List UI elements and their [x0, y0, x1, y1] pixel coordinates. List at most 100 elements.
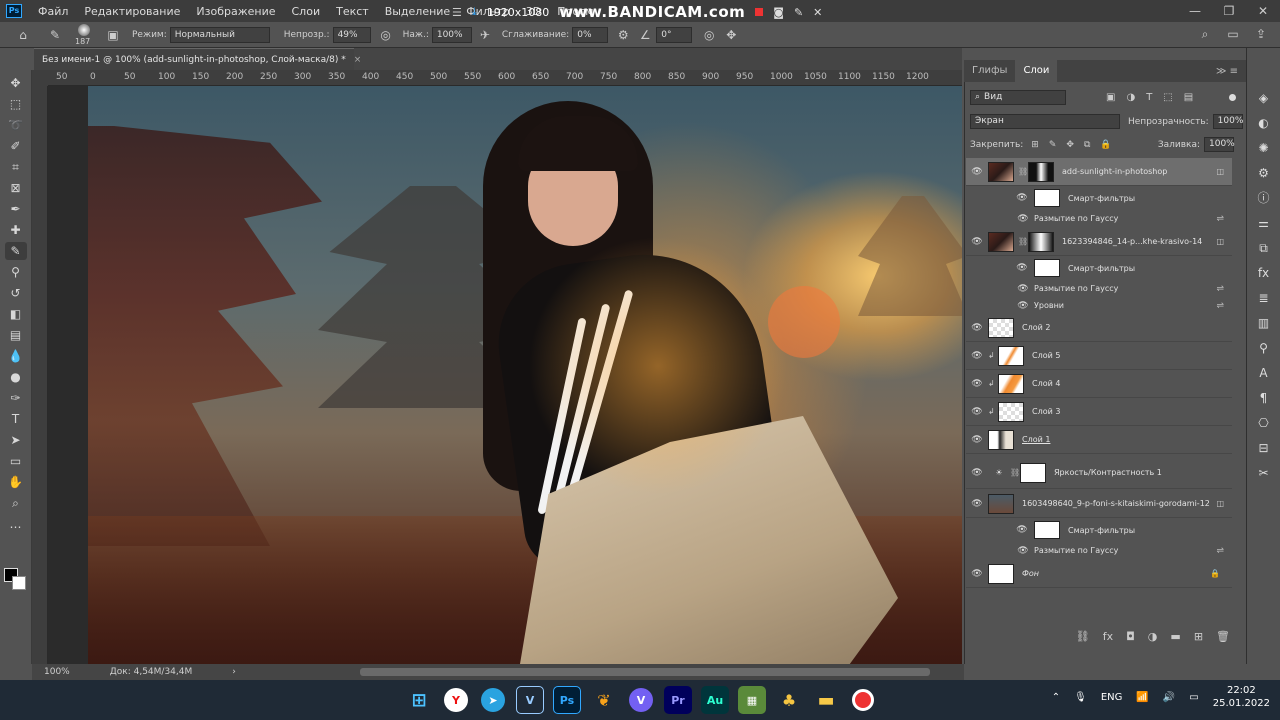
bandicam-record-icon[interactable] [852, 689, 874, 711]
layer-mask-thumbnail[interactable] [1028, 231, 1054, 252]
layer-row[interactable]: 👁 ⛓ add-sunlight-in-photoshop ◫ [966, 158, 1232, 186]
layer-row[interactable]: 👁 ↲ Слой 4 [966, 370, 1232, 398]
mode-select[interactable]: Нормальный [169, 26, 270, 43]
visibility-eye-icon[interactable]: 👁 [1016, 214, 1030, 224]
game-icon[interactable]: ♣ [775, 686, 803, 714]
premiere-pro-icon[interactable]: Pr [664, 686, 692, 714]
menu-lines-icon[interactable]: ☰ [452, 6, 462, 19]
canvas-image[interactable] [88, 86, 962, 664]
close-tab-icon[interactable]: × [354, 55, 362, 65]
tab-layers[interactable]: Слои [1015, 60, 1058, 82]
filter-options-icon[interactable]: ⇌ [1216, 546, 1224, 556]
pen-tool-icon[interactable]: ✑ [5, 389, 27, 407]
pin-icon[interactable]: ⤓ [472, 5, 477, 19]
layer-name[interactable]: Слой 5 [1032, 351, 1060, 360]
tool-presets-icon[interactable]: ✂ [1255, 465, 1273, 481]
clock[interactable]: 22:02 25.01.2022 [1213, 684, 1270, 710]
visibility-eye-icon[interactable]: 👁 [1014, 525, 1030, 535]
color-panel-icon[interactable]: ◐ [1255, 115, 1273, 131]
filter-type-icon[interactable]: T [1146, 92, 1152, 103]
brush-tool-icon[interactable]: ✎ [46, 28, 64, 42]
minimize-button[interactable]: — [1178, 0, 1212, 22]
actions-panel-icon[interactable]: ▥ [1255, 315, 1273, 331]
layer-mask-thumbnail[interactable] [1028, 161, 1054, 182]
clone-panel-icon[interactable]: ⚲ [1255, 340, 1273, 356]
horizontal-ruler[interactable]: 50 0 50 100 150 200 250 300 350 400 450 500 550 600 65… [48, 70, 962, 86]
menu-layers[interactable]: Слои [284, 5, 329, 18]
zoom-tool-icon[interactable]: ⌕ [5, 494, 27, 512]
visibility-eye-icon[interactable]: 👁 [1016, 284, 1030, 294]
pressure-opacity-icon[interactable]: ◎ [377, 28, 395, 42]
windows-start-icon[interactable]: ⊞ [405, 686, 433, 714]
history-brush-icon[interactable]: ↺ [5, 284, 27, 302]
healing-tool-icon[interactable]: ✚ [5, 221, 27, 239]
visibility-eye-icon[interactable]: 👁 [1016, 301, 1030, 311]
color-swatches[interactable] [4, 568, 30, 596]
visibility-eye-icon[interactable]: 👁 [966, 468, 988, 478]
search-icon[interactable]: ⌕ [1196, 27, 1214, 42]
history-panel-icon[interactable]: ≣ [1255, 290, 1273, 306]
adjustment-layer-icon[interactable]: ◑ [1148, 630, 1158, 643]
airbrush-icon[interactable]: ✈ [476, 28, 494, 42]
document-info[interactable]: Док: 4,54M/34,4M [110, 667, 193, 677]
filter-row[interactable]: 👁 Размытие по Гауссу ⇌ [966, 210, 1232, 227]
canvas-area[interactable] [48, 86, 962, 664]
layer-name[interactable]: 1623394846_14-p...khe-krasivo-14 [1062, 237, 1202, 246]
frame-tool-icon[interactable]: ⊠ [5, 179, 27, 197]
more-tools-icon[interactable]: … [5, 515, 27, 533]
layers-panel-icon[interactable]: ◈ [1255, 90, 1273, 106]
opacity-input[interactable]: 49% [332, 26, 371, 43]
home-icon[interactable]: ⌂ [14, 28, 32, 42]
layer-mask-thumbnail[interactable] [1020, 462, 1046, 483]
layer-name[interactable]: add-sunlight-in-photoshop [1062, 167, 1167, 176]
visibility-eye-icon[interactable]: 👁 [1014, 263, 1030, 273]
layer-name[interactable]: Слой 1 [1022, 435, 1050, 444]
visibility-eye-icon[interactable]: 👁 [966, 167, 988, 177]
blend-mode-select[interactable]: Экран [970, 114, 1120, 129]
crop-tool-icon[interactable]: ⌗ [5, 158, 27, 176]
wifi-icon[interactable]: 📶 [1136, 692, 1148, 703]
share-icon[interactable]: ⇪ [1252, 27, 1270, 42]
lasso-tool-icon[interactable]: ➰ [5, 116, 27, 134]
path-select-tool-icon[interactable]: ➤ [5, 431, 27, 449]
link-icon[interactable]: ⛓ [1018, 167, 1028, 176]
viber-icon[interactable]: V [629, 688, 653, 712]
layer-row[interactable]: 👁 1603498640_9-p-foni-s-kitaiskimi-gorod… [966, 490, 1232, 518]
layer-name[interactable]: 1603498640_9-p-foni-s-kitaiskimi-gorodam… [1022, 499, 1210, 508]
pressure-size-icon[interactable]: ◎ [700, 28, 718, 42]
menu-image[interactable]: Изображение [188, 5, 283, 18]
gear-icon[interactable]: ⚙ [614, 28, 632, 42]
angle-input[interactable]: 0° [656, 26, 693, 43]
layer-row[interactable]: 👁 Слой 1 [966, 426, 1232, 454]
filter-smart-icon[interactable]: ▤ [1184, 92, 1193, 103]
link-layers-icon[interactable]: ⛓ [1076, 630, 1090, 643]
visibility-eye-icon[interactable]: 👁 [966, 351, 988, 361]
layer-filter-select[interactable]: ⌕ Вид [970, 90, 1066, 105]
menu-text[interactable]: Текст [328, 5, 377, 18]
filter-shape-icon[interactable]: ⬚ [1163, 92, 1172, 103]
visibility-eye-icon[interactable]: 👁 [966, 407, 988, 417]
channels-panel-icon[interactable]: ⧉ [1255, 240, 1273, 256]
rectangle-tool-icon[interactable]: ▭ [5, 452, 27, 470]
trash-icon[interactable]: 🗑 [1216, 630, 1230, 643]
properties-panel-icon[interactable]: ⚙ [1255, 165, 1273, 181]
hand-tool-icon[interactable]: ✋ [5, 473, 27, 491]
file-explorer-icon[interactable]: ▬ [812, 686, 840, 714]
layer-name[interactable]: Слой 2 [1022, 323, 1050, 332]
layer-name[interactable]: Фон [1022, 569, 1039, 578]
link-icon[interactable]: ⛓ [1010, 468, 1020, 477]
volume-icon[interactable]: 🔊 [1163, 692, 1175, 703]
add-mask-icon[interactable]: ◘ [1126, 630, 1135, 643]
paths-panel-icon[interactable]: ⎔ [1255, 415, 1273, 431]
visibility-eye-icon[interactable]: 👁 [1016, 546, 1030, 556]
minecraft-icon[interactable]: ▦ [738, 686, 766, 714]
layer-row[interactable]: 👁 ⛓ 1623394846_14-p...khe-krasivo-14 ◫ [966, 228, 1232, 256]
filter-toggle-icon[interactable] [1229, 94, 1236, 101]
filter-pixel-icon[interactable]: ▣ [1106, 92, 1115, 103]
menu-file[interactable]: Файл [30, 5, 76, 18]
vertical-ruler[interactable] [32, 86, 48, 664]
visibility-eye-icon[interactable]: 👁 [966, 379, 988, 389]
gradient-tool-icon[interactable]: ▤ [5, 326, 27, 344]
visibility-eye-icon[interactable]: 👁 [966, 569, 988, 579]
visibility-eye-icon[interactable]: 👁 [966, 237, 988, 247]
